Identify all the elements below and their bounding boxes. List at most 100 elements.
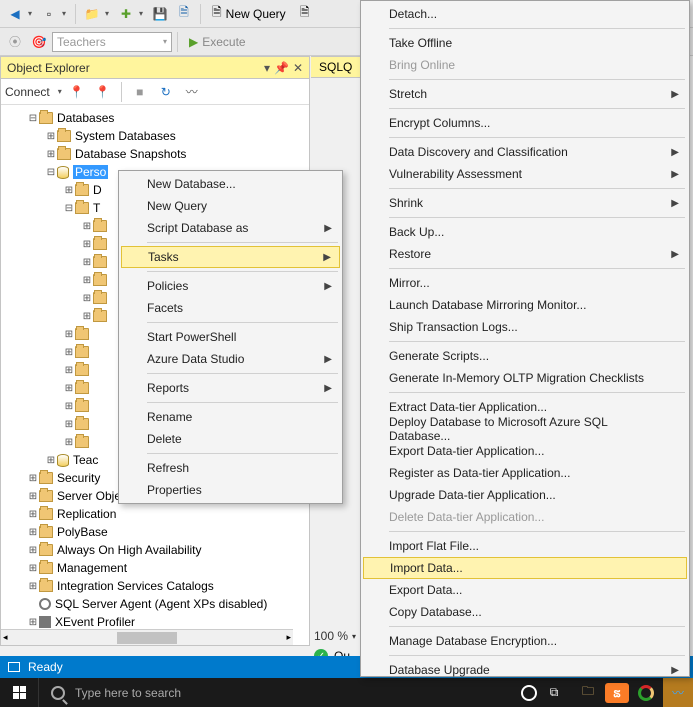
- mi-facets[interactable]: Facets: [121, 297, 340, 319]
- execute-button[interactable]: ▶ Execute: [183, 35, 252, 49]
- database-combo[interactable]: Teachers ▾: [52, 32, 172, 52]
- polybase[interactable]: PolyBase: [57, 525, 108, 539]
- submenu-arrow-icon: ▶: [324, 281, 332, 292]
- start-button[interactable]: [0, 678, 38, 707]
- db-root[interactable]: Databases: [57, 111, 114, 125]
- submenu-arrow-icon: ▶: [671, 198, 679, 209]
- security[interactable]: Security: [57, 471, 100, 485]
- mi-shrink[interactable]: Shrink▶: [363, 192, 687, 214]
- mi-script-db[interactable]: Script Database as▶: [121, 217, 340, 239]
- target-icon[interactable]: ⦿: [4, 31, 26, 53]
- node-d[interactable]: D: [93, 183, 102, 197]
- filter2-icon[interactable]: 📍: [92, 81, 114, 103]
- mi-take-offline[interactable]: Take Offline: [363, 32, 687, 54]
- mi-export-dt[interactable]: Export Data-tier Application...: [363, 440, 687, 462]
- tool-icon[interactable]: 🎯: [28, 31, 50, 53]
- mi-ads[interactable]: Azure Data Studio▶: [121, 348, 340, 370]
- mi-new-db[interactable]: New Database...: [121, 173, 340, 195]
- mi-backup[interactable]: Back Up...: [363, 221, 687, 243]
- scroll-left-icon[interactable]: ◂: [3, 632, 8, 643]
- mi-bring-online: Bring Online: [363, 54, 687, 76]
- replication[interactable]: Replication: [57, 507, 116, 521]
- scroll-right-icon[interactable]: ▸: [286, 632, 291, 643]
- submenu-arrow-icon: ▶: [671, 89, 679, 100]
- sql-tab[interactable]: SQLQ: [311, 56, 361, 78]
- submenu-arrow-icon: ▶: [671, 169, 679, 180]
- mi-manage-enc[interactable]: Manage Database Encryption...: [363, 630, 687, 652]
- cortana-icon[interactable]: [521, 685, 537, 701]
- connect-label[interactable]: Connect: [5, 85, 50, 99]
- mi-db-upgrade[interactable]: Database Upgrade▶: [363, 659, 687, 681]
- object-explorer-toolbar: Connect▾ 📍 📍 ■ ↻ 〰: [1, 79, 309, 105]
- mi-import-flat[interactable]: Import Flat File...: [363, 535, 687, 557]
- back-icon[interactable]: ◀: [4, 3, 26, 25]
- explorer-icon[interactable]: 🗀: [571, 678, 605, 707]
- new-query-button[interactable]: 🗎 New Query: [206, 3, 292, 25]
- mi-delete[interactable]: Delete: [121, 428, 340, 450]
- mi-new-query[interactable]: New Query: [121, 195, 340, 217]
- dropdown-icon[interactable]: ▾: [264, 61, 270, 75]
- h-scrollbar[interactable]: ◂ ▸: [1, 629, 293, 645]
- mi-mirror[interactable]: Mirror...: [363, 272, 687, 294]
- mi-detach[interactable]: Detach...: [363, 3, 687, 25]
- db-context-menu: New Database... New Query Script Databas…: [118, 170, 343, 504]
- mi-launch-mirror[interactable]: Launch Database Mirroring Monitor...: [363, 294, 687, 316]
- chrome-icon[interactable]: [629, 678, 663, 707]
- taskbar-tray: ⧉ 🗀 ຘ 〰: [521, 678, 693, 707]
- mi-deploy-azure[interactable]: Deploy Database to Microsoft Azure SQL D…: [363, 418, 687, 440]
- query-icon: 🗎: [212, 3, 222, 24]
- mi-gen-oltp[interactable]: Generate In-Memory OLTP Migration Checkl…: [363, 367, 687, 389]
- mi-discovery[interactable]: Data Discovery and Classification▶: [363, 141, 687, 163]
- mi-reports[interactable]: Reports▶: [121, 377, 340, 399]
- pin-icon[interactable]: 📌: [274, 61, 289, 75]
- xevent[interactable]: XEvent Profiler: [55, 615, 135, 629]
- save-icon[interactable]: 💾: [149, 3, 171, 25]
- mi-tasks[interactable]: Tasks▶: [121, 246, 340, 268]
- execute-label: Execute: [202, 35, 245, 49]
- mi-properties[interactable]: Properties: [121, 479, 340, 501]
- app-icon[interactable]: 〰: [663, 678, 693, 707]
- submenu-arrow-icon: ▶: [323, 252, 331, 263]
- isc[interactable]: Integration Services Catalogs: [57, 579, 214, 593]
- new-icon[interactable]: ✚: [115, 3, 137, 25]
- mi-rename[interactable]: Rename: [121, 406, 340, 428]
- stop-icon[interactable]: ■: [129, 81, 151, 103]
- scroll-thumb[interactable]: [117, 632, 177, 644]
- selected-db[interactable]: Perso: [73, 165, 108, 179]
- node-t[interactable]: T: [93, 201, 100, 215]
- teac-db[interactable]: Teac: [73, 453, 98, 467]
- close-icon[interactable]: ✕: [293, 61, 303, 75]
- filter1-icon[interactable]: 📍: [66, 81, 88, 103]
- mi-export-data[interactable]: Export Data...: [363, 579, 687, 601]
- saveall-icon[interactable]: 🗎: [173, 3, 195, 25]
- sysdb[interactable]: System Databases: [75, 129, 176, 143]
- agent[interactable]: SQL Server Agent (Agent XPs disabled): [55, 597, 267, 611]
- snapshots[interactable]: Database Snapshots: [75, 147, 186, 161]
- mi-import-data[interactable]: Import Data...: [363, 557, 687, 579]
- mi-copy-db[interactable]: Copy Database...: [363, 601, 687, 623]
- submenu-arrow-icon: ▶: [324, 383, 332, 394]
- activity-icon[interactable]: 〰: [181, 81, 203, 103]
- file-icon[interactable]: ▫: [38, 3, 60, 25]
- taskbar-search[interactable]: Type here to search: [38, 678, 338, 707]
- extra-icon[interactable]: 🗎: [294, 3, 316, 25]
- management[interactable]: Management: [57, 561, 127, 575]
- open-icon[interactable]: 📁: [81, 3, 103, 25]
- mi-gen-scripts[interactable]: Generate Scripts...: [363, 345, 687, 367]
- xampp-icon[interactable]: ຘ: [605, 683, 629, 703]
- mi-register-dt[interactable]: Register as Data-tier Application...: [363, 462, 687, 484]
- refresh-icon[interactable]: ↻: [155, 81, 177, 103]
- aoha[interactable]: Always On High Availability: [57, 543, 202, 557]
- mi-vuln[interactable]: Vulnerability Assessment▶: [363, 163, 687, 185]
- mi-encrypt[interactable]: Encrypt Columns...: [363, 112, 687, 134]
- mi-policies[interactable]: Policies▶: [121, 275, 340, 297]
- mi-stretch[interactable]: Stretch▶: [363, 83, 687, 105]
- mi-refresh[interactable]: Refresh: [121, 457, 340, 479]
- mi-ship-logs[interactable]: Ship Transaction Logs...: [363, 316, 687, 338]
- submenu-arrow-icon: ▶: [324, 354, 332, 365]
- mi-restore[interactable]: Restore▶: [363, 243, 687, 265]
- mi-upgrade-dt[interactable]: Upgrade Data-tier Application...: [363, 484, 687, 506]
- mi-powershell[interactable]: Start PowerShell: [121, 326, 340, 348]
- taskview-icon[interactable]: ⧉: [537, 678, 571, 707]
- mi-delete-dt: Delete Data-tier Application...: [363, 506, 687, 528]
